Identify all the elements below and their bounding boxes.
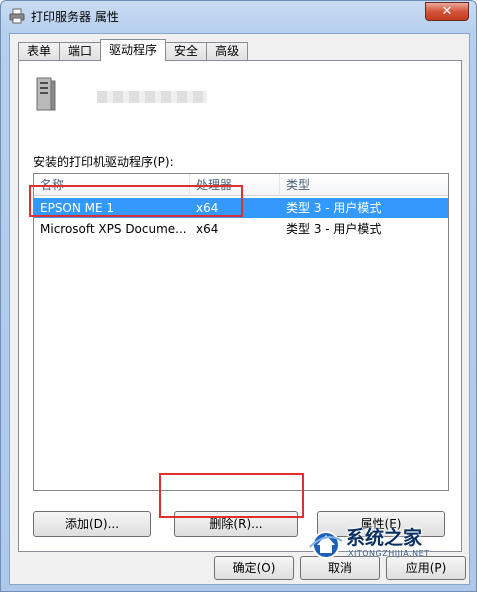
tab-forms[interactable]: 表单 [18, 42, 61, 61]
drivers-list[interactable]: 名称 处理器 类型 EPSON ME 1 x64 类型 3 - 用户模式 Mic… [33, 173, 449, 491]
driver-row-xps[interactable]: Microsoft XPS Docume... x64 类型 3 - 用户模式 [34, 219, 448, 239]
window-title: 打印服务器 属性 [31, 10, 119, 24]
column-header-type[interactable]: 类型 [280, 174, 450, 196]
dialog-client-area: 表单 端口 驱动程序 安全 高级 安装的打印机驱动程序(P): 名称 处理器 类… [9, 33, 470, 585]
tab-ports[interactable]: 端口 [59, 42, 102, 61]
print-server-properties-window: 打印服务器 属性 ✕ 表单 端口 驱动程序 安全 高级 安装的打印机驱动程序(P… [0, 0, 477, 592]
tab-strip: 表单 端口 驱动程序 安全 高级 [18, 39, 249, 61]
installed-drivers-label: 安装的打印机驱动程序(P): [33, 155, 174, 169]
remove-driver-button[interactable]: 删除(R)... [174, 511, 298, 537]
driver-name: EPSON ME 1 [40, 201, 115, 215]
server-icon [36, 77, 56, 111]
add-driver-button[interactable]: 添加(D)... [33, 511, 151, 537]
column-header-processor[interactable]: 处理器 [190, 174, 280, 196]
driver-name: Microsoft XPS Docume... [40, 222, 187, 236]
column-header-name[interactable]: 名称 [34, 174, 190, 196]
cancel-button[interactable]: 取消 [300, 556, 380, 580]
apply-button[interactable]: 应用(P) [386, 556, 466, 580]
list-header: 名称 处理器 类型 [34, 174, 448, 196]
driver-processor: x64 [196, 222, 219, 236]
printer-icon [9, 8, 25, 24]
driver-type: 类型 3 - 用户模式 [286, 201, 382, 215]
tab-security[interactable]: 安全 [165, 42, 208, 61]
drivers-tab-panel: 安装的打印机驱动程序(P): 名称 处理器 类型 EPSON ME 1 x64 … [18, 60, 462, 552]
close-button[interactable]: ✕ [425, 2, 469, 21]
title-bar[interactable]: 打印服务器 属性 ✕ [1, 1, 476, 33]
driver-processor: x64 [196, 201, 219, 215]
driver-properties-button[interactable]: 属性(E) [317, 511, 445, 537]
driver-type: 类型 3 - 用户模式 [286, 222, 382, 236]
tab-drivers[interactable]: 驱动程序 [100, 39, 167, 61]
tab-advanced[interactable]: 高级 [206, 42, 249, 61]
ok-button[interactable]: 确定(O) [214, 556, 294, 580]
server-name-blurred [97, 91, 207, 103]
driver-row-epson[interactable]: EPSON ME 1 x64 类型 3 - 用户模式 [34, 198, 448, 218]
